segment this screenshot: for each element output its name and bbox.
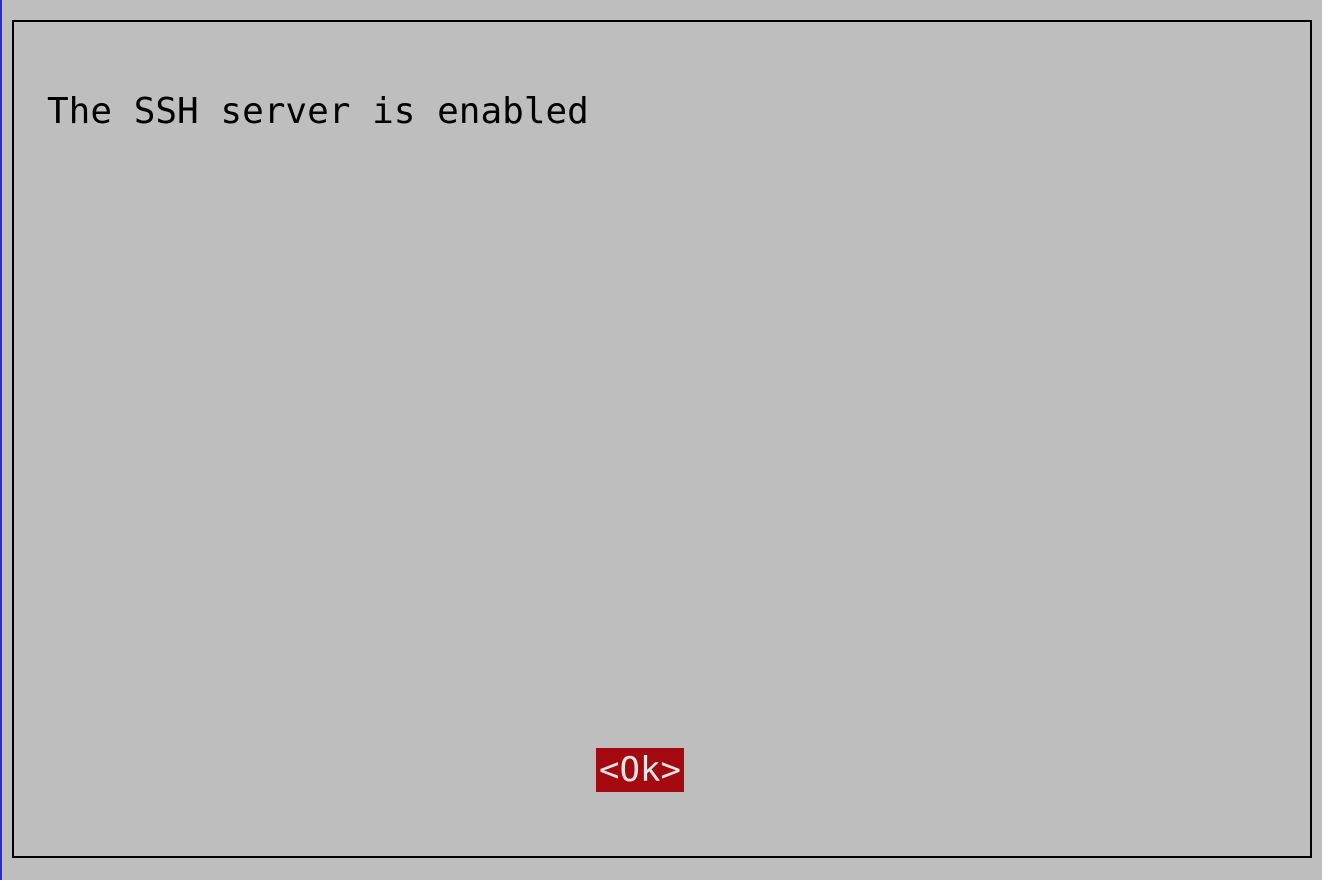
message-dialog: The SSH server is enabled <Ok> bbox=[12, 20, 1312, 858]
terminal-screen: The SSH server is enabled <Ok> bbox=[0, 0, 1322, 880]
ok-button[interactable]: <Ok> bbox=[596, 748, 684, 792]
dialog-message: The SSH server is enabled bbox=[47, 91, 589, 132]
window-edge bbox=[0, 0, 2, 880]
